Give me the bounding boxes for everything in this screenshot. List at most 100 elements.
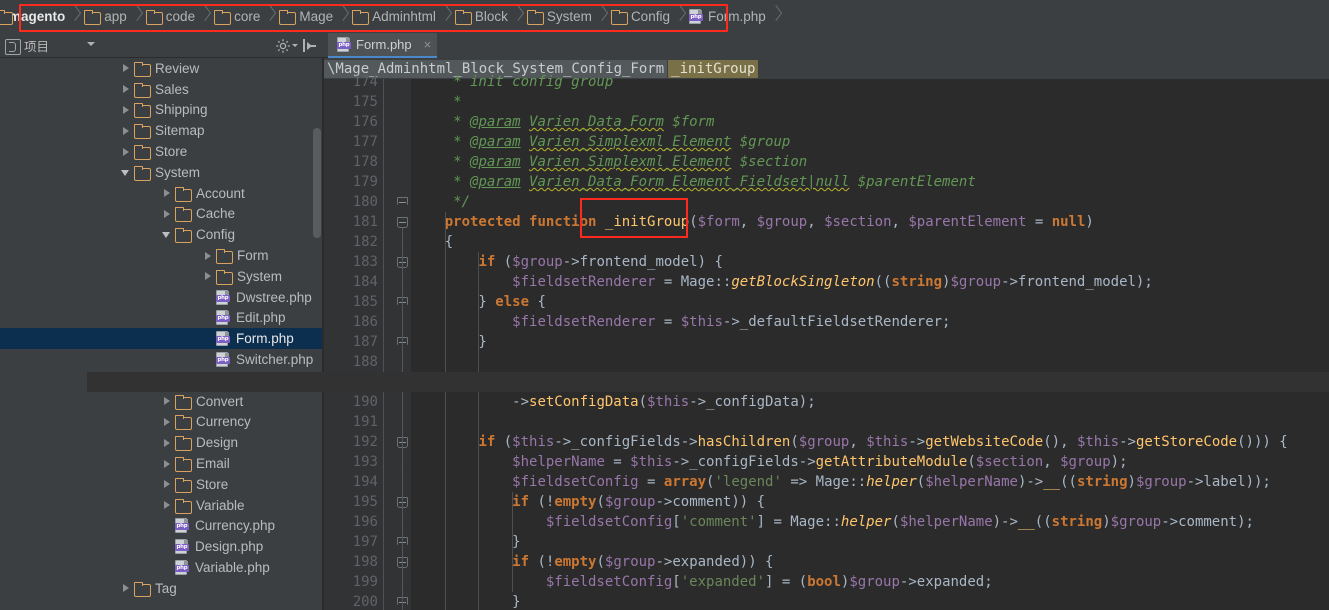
chevron-right-icon[interactable] [200, 266, 216, 286]
breadcrumb-item-core[interactable]: core [208, 4, 264, 30]
chevron-right-icon[interactable] [118, 100, 134, 120]
chevron-right-icon[interactable] [118, 121, 134, 141]
chevron-right-icon[interactable] [159, 433, 175, 453]
gear-dropdown-arrow-icon[interactable] [292, 44, 298, 47]
tree-item-edit-php[interactable]: php Edit.php [0, 308, 322, 329]
chevron-right-icon[interactable] [159, 204, 175, 224]
editor-tab-label: Form.php [356, 37, 412, 52]
tree-item-cache[interactable]: Cache [0, 204, 322, 225]
tree-item-config[interactable]: Config [0, 224, 322, 245]
tree-item-design[interactable]: Design [0, 432, 322, 453]
chevron-down-icon[interactable] [87, 42, 95, 46]
breadcrumb-item-label: Config [630, 9, 670, 24]
code-line: protected function _initGroup($form, $gr… [444, 214, 1094, 230]
code-line: if (!empty($group->comment)) { [512, 494, 766, 510]
tree-item-store[interactable]: Store [0, 141, 322, 162]
folder-icon [0, 10, 13, 25]
project-tree-scrollbar-thumb[interactable] [313, 128, 321, 238]
tree-item-currency[interactable]: Currency [0, 412, 322, 433]
tree-item-store[interactable]: Store [0, 474, 322, 495]
folder-icon [216, 269, 233, 285]
folder-icon [134, 145, 151, 161]
tree-item-switcher-php[interactable]: php Switcher.php [0, 349, 322, 370]
tree-item-label: Dwstree.php [236, 289, 312, 305]
breadcrumb-item-block[interactable]: Block [449, 4, 512, 30]
editor-fold-strip[interactable] [384, 79, 411, 610]
tree-item-label: Design [196, 435, 239, 451]
tree-item-variable[interactable]: Variable [0, 495, 322, 516]
collapse-all-icon[interactable] [303, 38, 318, 53]
chevron-right-icon[interactable] [159, 183, 175, 203]
breadcrumb-item-form-php[interactable]: php Form.php [683, 4, 770, 30]
line-number: 174 [352, 74, 378, 90]
tree-item-label: Shipping [155, 102, 208, 118]
breadcrumb-overflow-folder-icon [0, 10, 13, 26]
chevron-right-icon[interactable] [159, 454, 175, 474]
breadcrumb-separator-icon [264, 4, 273, 30]
gear-icon[interactable] [275, 38, 291, 54]
tree-item-tag[interactable]: Tag [0, 578, 322, 599]
breadcrumb-navigation-bar[interactable]: magento app code core Mage Adminhtml Block Syst… [0, 0, 1329, 33]
tree-item-label: Account [196, 185, 245, 201]
chevron-right-icon[interactable] [118, 58, 134, 78]
code-line: $fieldsetConfig['comment'] = Mage::helpe… [545, 514, 1254, 530]
chevron-down-icon[interactable] [118, 162, 134, 182]
folder-icon [526, 10, 544, 25]
chevron-right-icon[interactable] [118, 578, 134, 598]
editor-line-number-gutter[interactable]: 174 175 176 177 178 179 180 181 182 183 184 185 186 1… [324, 74, 384, 610]
code-line: } [411, 534, 521, 550]
chevron-right-icon[interactable] [159, 412, 175, 432]
breadcrumb-item-label: app [104, 9, 127, 24]
tree-item-system[interactable]: System [0, 162, 322, 183]
chevron-right-icon[interactable] [200, 246, 216, 266]
tree-item-design-php[interactable]: php Design.php [0, 536, 322, 557]
tree-item-email[interactable]: Email [0, 453, 322, 474]
chevron-right-icon[interactable] [159, 495, 175, 515]
code-fold-toggle-icon[interactable] [397, 197, 408, 208]
tree-item-dwstree-php[interactable]: php Dwstree.php [0, 287, 322, 308]
editor-code-area[interactable]: * init config group * * @param Varien_Da… [411, 74, 1329, 610]
editor-tab-form-php[interactable]: php Form.php × [328, 33, 438, 58]
php-file-icon: php [216, 331, 230, 347]
breadcrumb-item-app[interactable]: app [78, 4, 131, 30]
breadcrumb-item-system[interactable]: System [521, 4, 596, 30]
tree-item-shipping[interactable]: Shipping [0, 100, 322, 121]
tree-item-form-php[interactable]: php Form.php [0, 328, 322, 350]
chevron-right-icon[interactable] [159, 391, 175, 411]
breadcrumb-item-label: core [234, 9, 261, 24]
tree-item-review[interactable]: Review [0, 58, 322, 79]
code-line: $fieldsetRenderer = $this->_defaultField… [512, 314, 951, 330]
chevron-right-icon[interactable] [118, 142, 134, 162]
close-icon[interactable]: × [424, 38, 432, 51]
tree-item-sitemap[interactable]: Sitemap [0, 120, 322, 141]
tree-item-currency-php[interactable]: php Currency.php [0, 516, 322, 537]
project-tree[interactable]: Review Sales Shipping Sitemap Store System Acc… [0, 58, 322, 610]
breadcrumb-item-adminhtml[interactable]: Adminhtml [346, 4, 440, 30]
folder-icon [175, 186, 192, 202]
tree-item-form[interactable]: Form [0, 245, 322, 266]
code-line: */ [411, 194, 471, 210]
tree-item-label: Currency.php [195, 518, 276, 534]
chevron-right-icon[interactable] [159, 474, 175, 494]
chevron-down-icon[interactable] [159, 225, 175, 245]
tree-item-account[interactable]: Account [0, 183, 322, 204]
breadcrumb-item-config[interactable]: Config [605, 4, 674, 30]
chevron-right-icon[interactable] [118, 79, 134, 99]
structure-member-name[interactable]: _initGroup [668, 59, 759, 78]
breadcrumb-item-mage[interactable]: Mage [273, 4, 337, 30]
code-line: $fieldsetRenderer = Mage::getBlockSingle… [512, 274, 1153, 290]
code-line: } [411, 334, 487, 350]
folder-icon [134, 581, 151, 597]
tree-item-convert[interactable]: Convert [0, 391, 322, 412]
tree-item-variable-php[interactable]: php Variable.php [0, 557, 322, 578]
tree-item-system[interactable]: System [0, 266, 322, 287]
breadcrumb-item-code[interactable]: code [140, 4, 199, 30]
code-editor[interactable]: \Mage_Adminhtml_Block_System_Config_Form… [324, 58, 1329, 610]
folder-icon [175, 498, 192, 514]
tree-item-sales[interactable]: Sales [0, 79, 322, 100]
